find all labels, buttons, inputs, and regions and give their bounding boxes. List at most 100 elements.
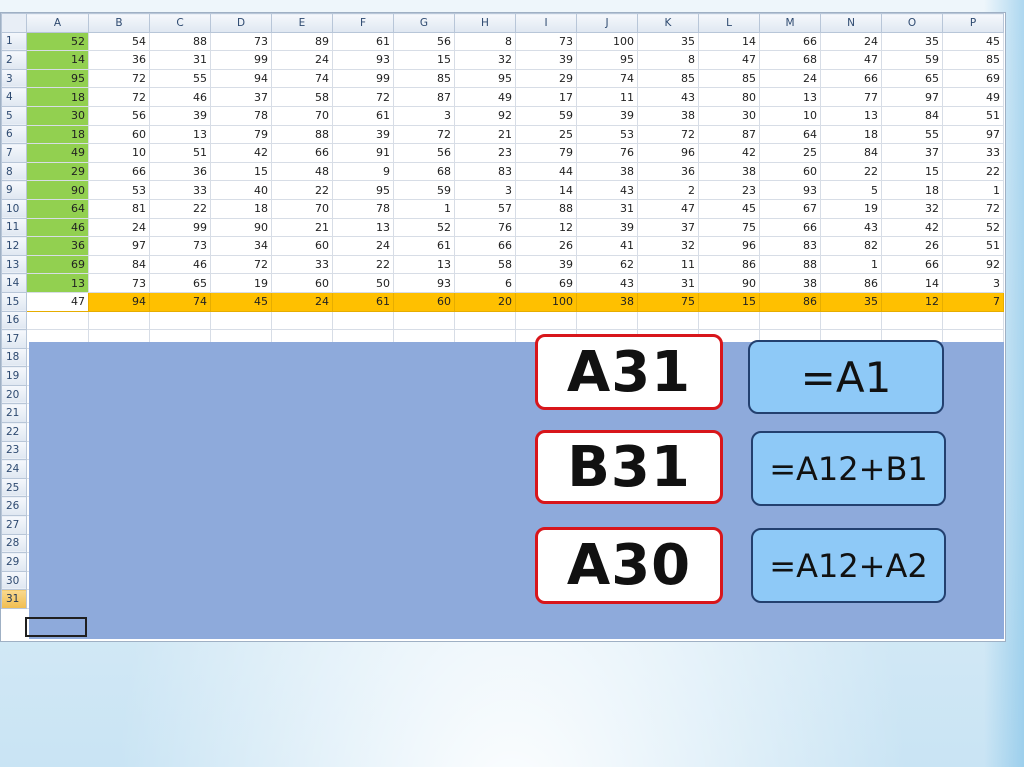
cell-n[interactable] (820, 310, 882, 331)
row-header[interactable]: 12 (1, 236, 27, 256)
cell-f[interactable]: 13 (332, 217, 394, 238)
cell-p[interactable]: 7 (942, 291, 1004, 312)
row-header[interactable]: 21 (1, 403, 27, 424)
cell-k[interactable]: 43 (637, 87, 699, 107)
cell-i[interactable]: 88 (515, 198, 577, 219)
cell-g[interactable]: 68 (393, 161, 455, 182)
cell-p[interactable]: 52 (942, 217, 1004, 238)
cell-o[interactable]: 14 (881, 273, 943, 293)
cell-m[interactable]: 24 (759, 68, 821, 89)
cell-k[interactable] (637, 310, 699, 331)
cell-j[interactable]: 11 (576, 87, 638, 107)
cell-l[interactable]: 90 (698, 273, 760, 293)
row-header[interactable]: 23 (1, 440, 27, 461)
cell-o[interactable]: 18 (881, 180, 943, 200)
cell-c[interactable] (149, 310, 211, 331)
cell-k[interactable]: 8 (637, 50, 699, 70)
cell-h[interactable]: 58 (454, 254, 516, 275)
cell-l[interactable]: 14 (698, 31, 760, 52)
cell-i[interactable]: 12 (515, 217, 577, 238)
cell-h[interactable]: 23 (454, 143, 516, 163)
cell-g[interactable]: 93 (393, 273, 455, 293)
cell-l[interactable]: 38 (698, 161, 760, 182)
cell-c[interactable]: 88 (149, 31, 211, 52)
cell-a[interactable] (26, 310, 89, 331)
cell-n[interactable]: 35 (820, 291, 882, 312)
cell-n[interactable]: 5 (820, 180, 882, 200)
column-header-p[interactable]: P (942, 13, 1004, 33)
cell-m[interactable]: 68 (759, 50, 821, 70)
cell-c[interactable]: 46 (149, 254, 211, 275)
cell-i[interactable]: 17 (515, 87, 577, 107)
row-header[interactable]: 8 (1, 161, 27, 182)
cell-j[interactable] (576, 310, 638, 331)
cell-i[interactable]: 100 (515, 291, 577, 312)
cell-f[interactable]: 72 (332, 87, 394, 107)
cell-h[interactable]: 95 (454, 68, 516, 89)
row-header[interactable]: 2 (1, 50, 27, 70)
cell-a[interactable]: 52 (26, 31, 89, 52)
cell-d[interactable]: 40 (210, 180, 272, 200)
cell-b[interactable]: 10 (88, 143, 150, 163)
cell-n[interactable]: 86 (820, 273, 882, 293)
cell-k[interactable]: 35 (637, 31, 699, 52)
cell-i[interactable]: 39 (515, 50, 577, 70)
cell-o[interactable]: 59 (881, 50, 943, 70)
row-header[interactable]: 19 (1, 366, 27, 386)
cell-k[interactable]: 37 (637, 217, 699, 238)
column-header-g[interactable]: G (393, 13, 455, 33)
cell-n[interactable]: 77 (820, 87, 882, 107)
cell-b[interactable]: 53 (88, 180, 150, 200)
cell-h[interactable]: 57 (454, 198, 516, 219)
cell-c[interactable]: 55 (149, 68, 211, 89)
cell-n[interactable]: 13 (820, 105, 882, 126)
cell-b[interactable]: 94 (88, 291, 150, 312)
row-header[interactable]: 26 (1, 496, 27, 517)
cell-k[interactable]: 2 (637, 180, 699, 200)
cell-d[interactable]: 18 (210, 198, 272, 219)
cell-l[interactable]: 86 (698, 254, 760, 275)
cell-h[interactable]: 8 (454, 31, 516, 52)
cell-p[interactable]: 97 (942, 124, 1004, 145)
cell-d[interactable]: 42 (210, 143, 272, 163)
cell-p[interactable]: 69 (942, 68, 1004, 89)
cell-g[interactable]: 52 (393, 217, 455, 238)
cell-p[interactable]: 49 (942, 87, 1004, 107)
cell-m[interactable]: 67 (759, 198, 821, 219)
cell-d[interactable]: 19 (210, 273, 272, 293)
cell-f[interactable]: 39 (332, 124, 394, 145)
cell-c[interactable]: 99 (149, 217, 211, 238)
cell-c[interactable]: 39 (149, 105, 211, 126)
cell-p[interactable]: 51 (942, 105, 1004, 126)
cell-l[interactable]: 96 (698, 236, 760, 256)
cell-j[interactable]: 100 (576, 31, 638, 52)
cell-p[interactable] (942, 310, 1004, 331)
cell-c[interactable]: 36 (149, 161, 211, 182)
cell-g[interactable]: 59 (393, 180, 455, 200)
cell-i[interactable]: 44 (515, 161, 577, 182)
cell-o[interactable]: 37 (881, 143, 943, 163)
cell-o[interactable]: 35 (881, 31, 943, 52)
cell-b[interactable]: 97 (88, 236, 150, 256)
cell-a[interactable]: 90 (26, 180, 89, 200)
cell-o[interactable]: 15 (881, 161, 943, 182)
cell-a[interactable]: 47 (26, 291, 89, 312)
cell-c[interactable]: 73 (149, 236, 211, 256)
cell-f[interactable]: 22 (332, 254, 394, 275)
cell-o[interactable]: 12 (881, 291, 943, 312)
cell-o[interactable]: 55 (881, 124, 943, 145)
cell-p[interactable]: 33 (942, 143, 1004, 163)
cell-e[interactable]: 89 (271, 31, 333, 52)
cell-d[interactable] (210, 310, 272, 331)
cell-l[interactable] (698, 310, 760, 331)
cell-l[interactable]: 85 (698, 68, 760, 89)
cell-d[interactable]: 37 (210, 87, 272, 107)
cell-i[interactable]: 26 (515, 236, 577, 256)
cell-h[interactable]: 83 (454, 161, 516, 182)
cell-b[interactable]: 84 (88, 254, 150, 275)
cell-b[interactable]: 60 (88, 124, 150, 145)
cell-e[interactable]: 60 (271, 236, 333, 256)
cell-f[interactable]: 99 (332, 68, 394, 89)
cell-n[interactable]: 82 (820, 236, 882, 256)
cell-c[interactable]: 51 (149, 143, 211, 163)
